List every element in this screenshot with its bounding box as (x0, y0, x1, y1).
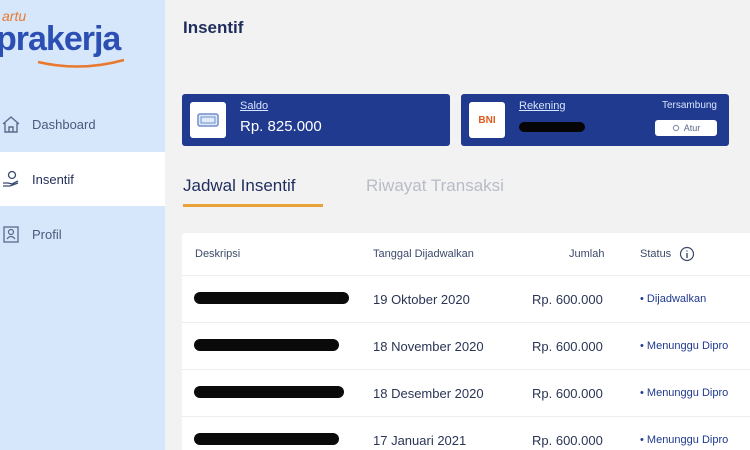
row-amount: Rp. 600.000 (532, 432, 603, 448)
table-row[interactable]: 18 Desember 2020 Rp. 600.000 • Menunggu … (182, 369, 750, 416)
sidebar-item-label: Profil (32, 226, 62, 242)
saldo-card: Saldo Rp. 825.000 (182, 94, 450, 146)
row-date: 18 Desember 2020 (373, 385, 484, 401)
sidebar-item-insentif[interactable]: Insentif (0, 152, 165, 206)
connection-status: Tersambung (661, 100, 717, 111)
redacted-description (194, 339, 339, 351)
row-amount: Rp. 600.000 (532, 338, 603, 354)
header-tanggal: Tanggal Dijadwalkan (373, 248, 474, 260)
sidebar-item-dashboard[interactable]: Dashboard (0, 97, 165, 151)
sidebar-item-label: Insentif (32, 171, 74, 187)
row-status: • Menunggu Dipro (640, 434, 729, 446)
status-header-label: Status (640, 248, 672, 260)
row-amount: Rp. 600.000 (532, 385, 603, 401)
bank-name: BNI (478, 114, 496, 126)
sidebar-item-label: Dashboard (32, 116, 96, 132)
table-row[interactable]: 17 Januari 2021 Rp. 600.000 • Menunggu D… (182, 416, 750, 450)
wallet-icon (190, 102, 226, 138)
active-tab-indicator (183, 204, 323, 207)
sidebar-item-profil[interactable]: Profil (0, 207, 165, 261)
row-status: • Menunggu Dipro (640, 340, 729, 352)
table-row[interactable]: 19 Oktober 2020 Rp. 600.000 • Dijadwalka… (182, 275, 750, 322)
info-icon[interactable] (679, 246, 695, 262)
rekening-card: BNI Rekening Tersambung Atur (461, 94, 729, 146)
profile-card-icon (0, 223, 22, 245)
rekening-label: Rekening (519, 100, 566, 112)
redacted-description (194, 433, 339, 445)
header-jumlah: Jumlah (569, 248, 605, 260)
redacted-account-number (519, 122, 585, 132)
logo-main-text: prakerja (0, 20, 121, 58)
row-date: 19 Oktober 2020 (373, 291, 470, 307)
gear-icon (672, 124, 679, 132)
atur-button[interactable]: Atur (655, 120, 717, 136)
house-icon (0, 113, 22, 135)
saldo-label: Saldo (240, 100, 269, 112)
row-status: • Menunggu Dipro (640, 387, 729, 399)
row-amount: Rp. 600.000 (532, 291, 603, 307)
hand-coin-icon (0, 168, 22, 190)
row-date: 17 Januari 2021 (373, 432, 467, 448)
header-deskripsi: Deskripsi (195, 248, 241, 260)
row-status: • Dijadwalkan (640, 293, 707, 305)
redacted-description (194, 386, 344, 398)
main-content: Insentif Saldo Rp. 825.000 BNI Rekening … (165, 0, 750, 450)
atur-label: Atur (683, 123, 701, 133)
logo-swoosh-icon (37, 58, 125, 68)
row-date: 18 November 2020 (373, 338, 484, 354)
prakerja-logo: artu prakerja (0, 6, 166, 76)
header-status: Status (640, 233, 695, 275)
tabs: Jadwal Insentif Riwayat Transaksi (183, 176, 743, 210)
table-row[interactable]: 18 November 2020 Rp. 600.000 • Menunggu … (182, 322, 750, 369)
incentive-table: Deskripsi Tanggal Dijadwalkan Jumlah Sta… (182, 233, 750, 450)
sidebar: artu prakerja Dashboard Insentif Profil (0, 0, 165, 450)
tab-riwayat-transaksi[interactable]: Riwayat Transaksi (366, 176, 504, 196)
saldo-value: Rp. 825.000 (240, 118, 322, 135)
tab-jadwal-insentif[interactable]: Jadwal Insentif (183, 176, 295, 196)
redacted-description (194, 292, 349, 304)
bank-logo-icon: BNI (469, 102, 505, 138)
page-title: Insentif (183, 18, 244, 37)
